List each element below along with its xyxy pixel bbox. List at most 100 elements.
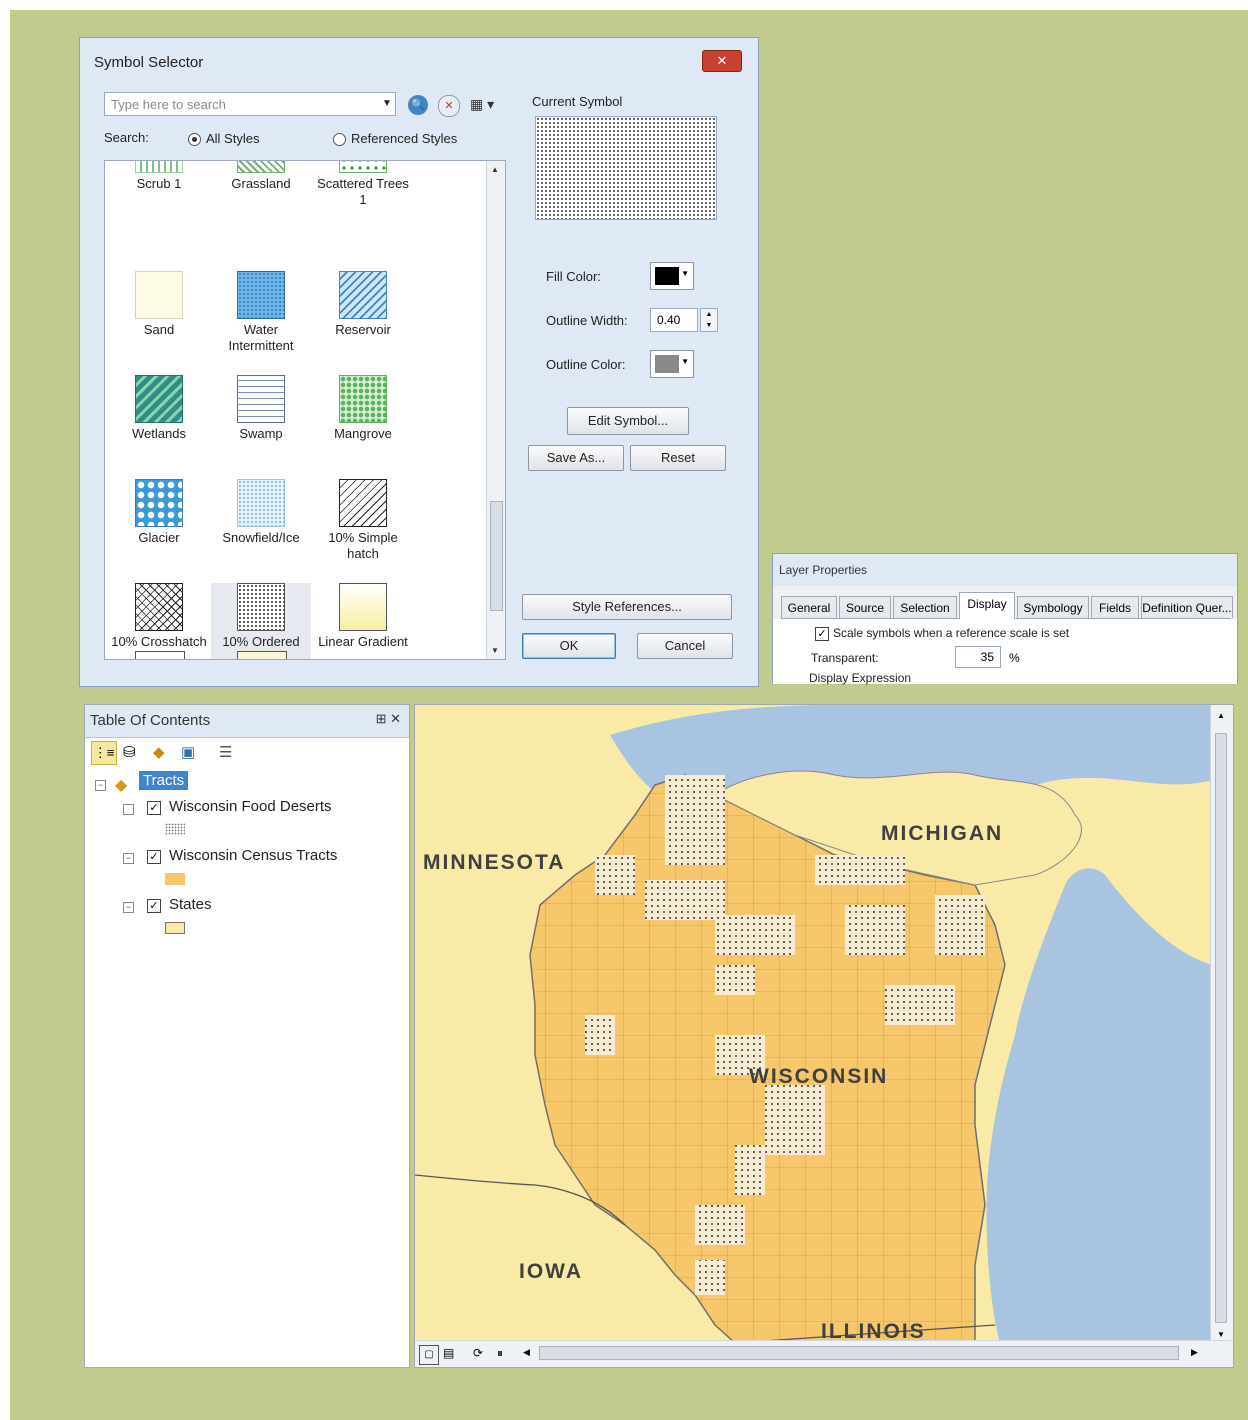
tab-source[interactable]: Source	[839, 596, 891, 618]
layer-checkbox[interactable]: ✓	[147, 899, 161, 913]
search-input[interactable]: Type here to search	[104, 92, 396, 116]
cancel-button[interactable]: Cancel	[637, 633, 733, 659]
symbol-item[interactable]: Reservoir	[313, 271, 413, 338]
ok-button[interactable]: OK	[522, 633, 616, 659]
sand-swatch-icon	[135, 271, 183, 319]
symbol-item[interactable]: Wetlands	[109, 375, 209, 442]
refresh-icon[interactable]: ⟳	[473, 1346, 483, 1360]
outline-width-input[interactable]: 0.40	[650, 308, 698, 332]
list-by-drawing-order-icon[interactable]: ⋮≡	[91, 741, 117, 765]
symbol-item[interactable]: Mangrove	[313, 375, 413, 442]
toc-title: Table Of Contents	[90, 712, 211, 729]
reset-button[interactable]: Reset	[630, 445, 726, 471]
scroll-up-icon[interactable]: ▲	[491, 165, 499, 174]
layer-states[interactable]: States	[169, 896, 212, 913]
scale-symbols-checkbox[interactable]: ✓	[815, 627, 829, 641]
tab-fields[interactable]: Fields	[1091, 596, 1139, 618]
symbol-label: Glacier	[138, 530, 180, 545]
food-desert	[885, 985, 955, 1025]
scroll-up-icon[interactable]: ▲	[1217, 711, 1225, 720]
food-desert	[845, 905, 905, 955]
edit-symbol-button[interactable]: Edit Symbol...	[567, 407, 689, 435]
outline-color-picker[interactable]: ▼	[650, 350, 694, 378]
collapse-icon[interactable]: −	[95, 780, 106, 791]
collapse-icon[interactable]: −	[123, 902, 134, 913]
tab-display[interactable]: Display	[959, 592, 1015, 619]
symbol-item[interactable]: Swamp	[211, 375, 311, 442]
close-button[interactable]: ✕	[702, 50, 742, 72]
symbol-label: Sand	[143, 322, 175, 337]
clear-search-icon[interactable]: ✕	[438, 95, 460, 117]
layer-wisconsin-food-deserts[interactable]: Wisconsin Food Deserts	[169, 798, 332, 815]
tab-symbology[interactable]: Symbology	[1017, 596, 1089, 618]
outline-width-spinner[interactable]: ▲ ▼	[700, 308, 718, 332]
collapse-icon[interactable]: −	[123, 853, 134, 864]
horizontal-scroll-thumb[interactable]	[539, 1346, 1179, 1360]
symbol-item[interactable]: 10% Simple hatch	[313, 479, 413, 562]
radio-referenced-styles[interactable]	[333, 133, 346, 146]
search-dropdown-icon[interactable]: ▼	[382, 98, 392, 109]
group-tracts[interactable]: Tracts	[139, 771, 189, 790]
radio-all-styles[interactable]	[188, 133, 201, 146]
symbol-label: Snowfield/Ice	[222, 530, 300, 545]
map-vertical-scrollbar[interactable]: ▲ ▼	[1210, 705, 1233, 1343]
current-symbol-preview	[535, 116, 717, 220]
list-by-source-icon[interactable]: ⛁	[123, 743, 136, 761]
chevron-down-icon: ▼	[681, 269, 689, 278]
symbol-label: Wetlands	[132, 426, 186, 441]
symbol-item[interactable]: 10% Crosshatch	[109, 583, 209, 650]
symbol-label: Scrub 1	[136, 176, 182, 191]
gallery-scrollbar[interactable]: ▲ ▼	[486, 161, 505, 659]
symbol-item[interactable]: Scattered Trees 1	[313, 161, 413, 208]
symbol-item-selected[interactable]: 10% Ordered Stipple	[211, 583, 311, 659]
layer-checkbox[interactable]: ✓	[147, 801, 161, 815]
symbol-gallery: Scrub 1 Grassland Scattered Trees 1 Sand…	[104, 160, 506, 660]
symbol-item[interactable]: Linear Gradient	[313, 583, 413, 650]
partial-swatch	[135, 651, 185, 659]
data-view-icon[interactable]: ▢	[419, 1345, 439, 1365]
pin-close-icon[interactable]: ⊞ ✕	[376, 711, 401, 727]
scroll-down-icon[interactable]: ▼	[491, 646, 499, 655]
style-references-button[interactable]: Style References...	[522, 594, 732, 620]
tab-definition-query[interactable]: Definition Quer...	[1141, 596, 1233, 618]
water-intermittent-swatch-icon	[237, 271, 285, 319]
tab-selection[interactable]: Selection	[893, 596, 957, 618]
layout-view-icon[interactable]: ▤	[443, 1346, 454, 1360]
scale-symbols-label: Scale symbols when a reference scale is …	[833, 626, 1070, 640]
view-options-icon[interactable]: ▦ ▾	[470, 96, 494, 113]
scattered-trees-swatch-icon	[339, 161, 387, 173]
symbol-item[interactable]: Glacier	[109, 479, 209, 546]
scroll-left-icon[interactable]: ◀	[523, 1347, 530, 1358]
symbol-item[interactable]: Scrub 1	[109, 161, 209, 192]
options-icon[interactable]: ☰	[219, 743, 232, 761]
map-view[interactable]: MINNESOTA MICHIGAN WISCONSIN IOWA ILLINO…	[414, 704, 1234, 1368]
map-horizontal-scrollbar: ▢ ▤ ⟳ ⏸ ◀ ▶	[415, 1340, 1233, 1367]
fill-color-picker[interactable]: ▼	[650, 262, 694, 290]
tab-general[interactable]: General	[781, 596, 837, 618]
symbol-label: Swamp	[239, 426, 283, 441]
table-of-contents-panel: Table Of Contents ⊞ ✕ ⋮≡ ⛁ ◆ ▣ ☰ − ◆ Tra…	[84, 704, 410, 1368]
symbol-item[interactable]: Grassland	[211, 161, 311, 192]
transparent-input[interactable]: 35	[955, 646, 1001, 668]
symbol-item[interactable]: Water Intermittent	[211, 271, 311, 354]
layer-checkbox[interactable]: ✓	[147, 850, 161, 864]
expand-icon[interactable]	[123, 804, 134, 815]
toc-toolbar: ⋮≡ ⛁ ◆ ▣ ☰	[89, 739, 407, 767]
scroll-down-icon[interactable]: ▼	[1217, 1330, 1225, 1339]
food-desert	[715, 915, 795, 955]
scrub-swatch-icon	[135, 161, 183, 173]
pause-icon[interactable]: ⏸	[497, 1346, 503, 1361]
swamp-swatch-icon	[237, 375, 285, 423]
scroll-right-icon[interactable]: ▶	[1191, 1347, 1198, 1358]
symbol-item[interactable]: Sand	[109, 271, 209, 338]
list-by-selection-icon[interactable]: ▣	[181, 743, 195, 761]
outline-color-label: Outline Color:	[546, 357, 626, 372]
list-by-visibility-icon[interactable]: ◆	[153, 743, 165, 761]
save-as-button[interactable]: Save As...	[528, 445, 624, 471]
layer-group-icon: ◆	[115, 777, 128, 794]
scroll-thumb[interactable]	[1215, 733, 1227, 1323]
symbol-item[interactable]: Snowfield/Ice	[211, 479, 311, 546]
scroll-thumb[interactable]	[490, 501, 503, 611]
layer-wisconsin-census-tracts[interactable]: Wisconsin Census Tracts	[169, 847, 337, 864]
search-icon[interactable]: 🔍	[408, 95, 428, 115]
